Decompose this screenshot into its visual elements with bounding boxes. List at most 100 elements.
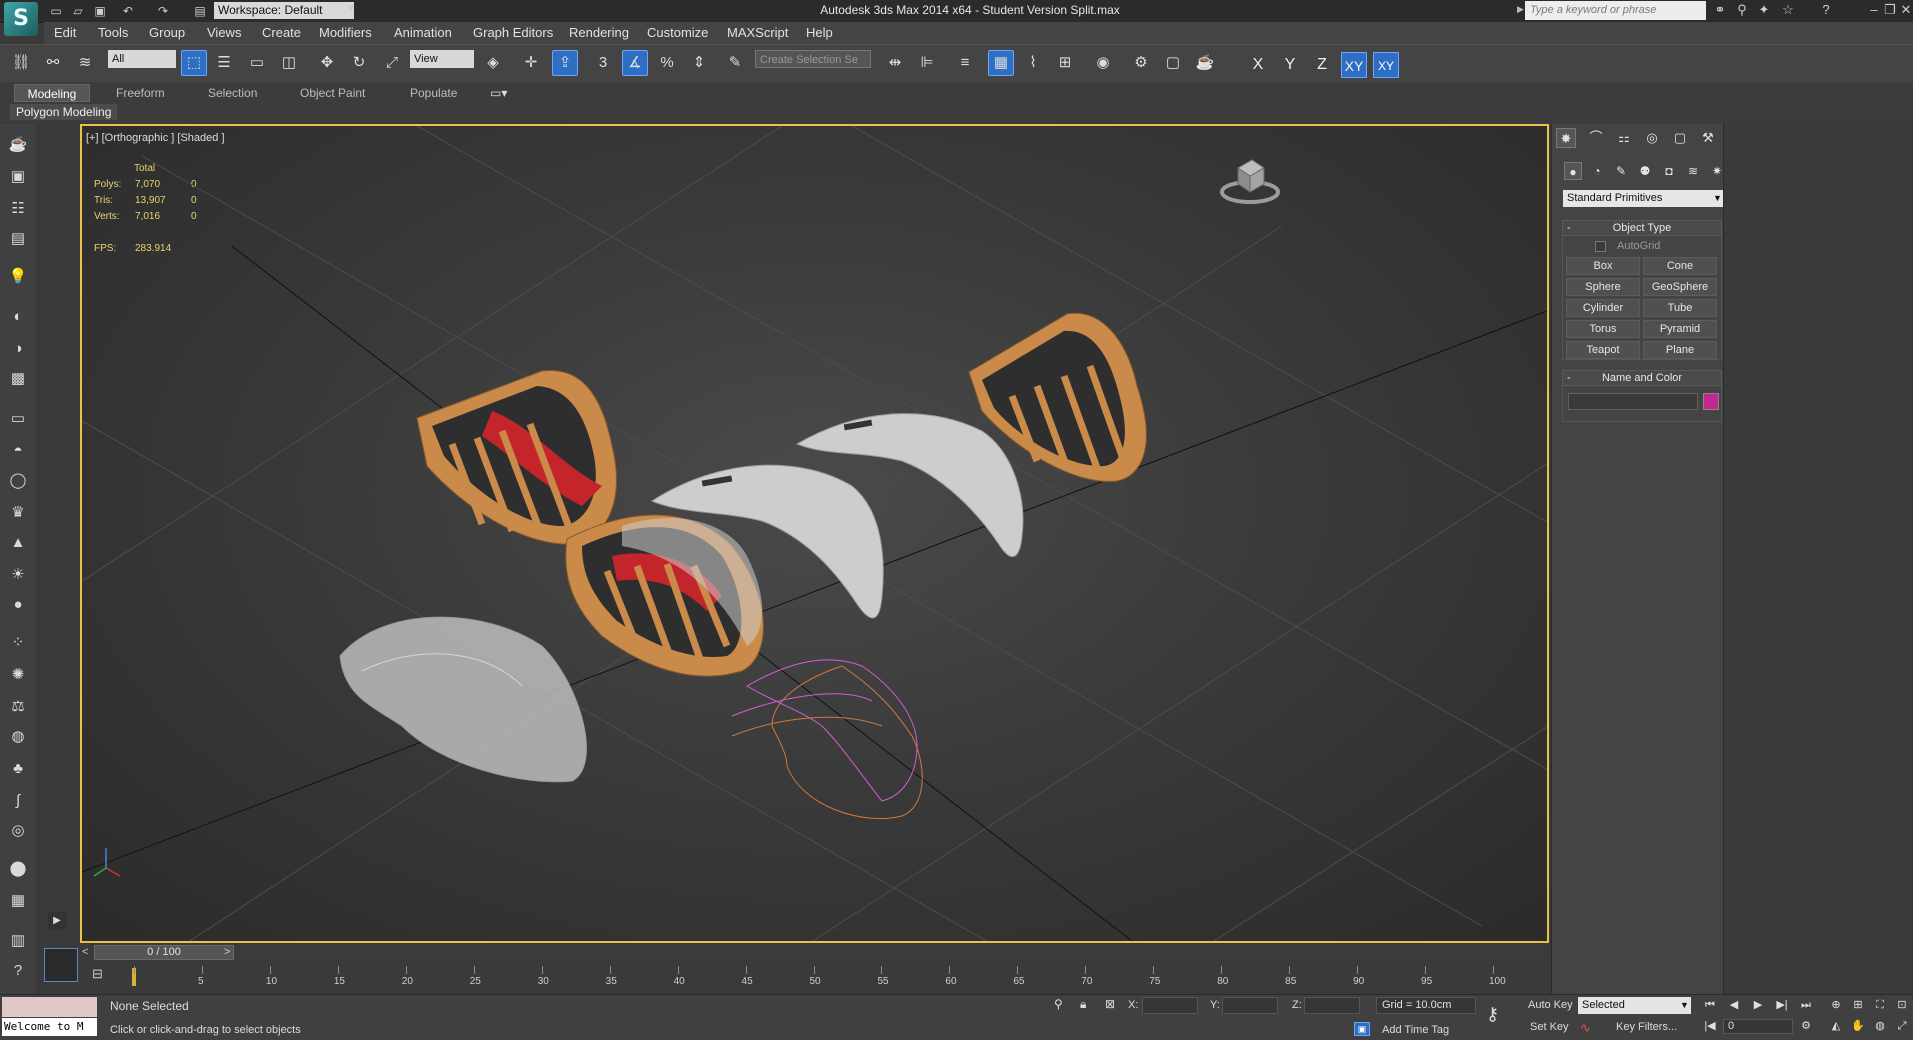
orange-cage-left[interactable] bbox=[416, 369, 617, 545]
hair-icon[interactable]: ∫ bbox=[6, 790, 30, 812]
menu-edit[interactable]: Edit bbox=[54, 25, 76, 40]
menu-rendering[interactable]: Rendering bbox=[569, 25, 629, 40]
expand-panel-icon[interactable]: ▶ bbox=[48, 912, 66, 930]
tube-button[interactable]: Tube bbox=[1643, 299, 1717, 317]
spline-outlines[interactable] bbox=[731, 659, 923, 820]
time-tag-icon[interactable]: ▣ bbox=[1354, 1022, 1370, 1036]
field-of-view-icon[interactable]: ◭ bbox=[1826, 1018, 1846, 1035]
selection-filter-dropdown[interactable]: All bbox=[108, 50, 176, 68]
z-coord-field[interactable] bbox=[1304, 997, 1360, 1014]
motion-tab-icon[interactable]: ◎ bbox=[1642, 128, 1662, 148]
viewcube-icon[interactable] bbox=[1220, 150, 1280, 210]
axis-x-button[interactable]: X bbox=[1245, 52, 1271, 78]
modify-tab-icon[interactable]: ⌒ bbox=[1586, 128, 1606, 148]
spray-icon[interactable]: ✺ bbox=[6, 664, 30, 686]
sphere-button[interactable]: Sphere bbox=[1566, 278, 1640, 296]
cone-icon[interactable]: ▲ bbox=[6, 532, 30, 554]
rotate-icon[interactable]: ↻ bbox=[346, 50, 372, 76]
menu-group[interactable]: Group bbox=[149, 25, 185, 40]
menu-maxscript[interactable]: MAXScript bbox=[727, 25, 788, 40]
render-setup-icon[interactable]: ⚙ bbox=[1128, 50, 1154, 76]
menu-tools[interactable]: Tools bbox=[98, 25, 128, 40]
select-by-name-icon[interactable]: ☰ bbox=[211, 50, 237, 76]
named-selection-sets-dropdown[interactable]: Create Selection Se bbox=[755, 50, 871, 68]
next-frame-icon[interactable]: ▶| bbox=[1772, 997, 1792, 1014]
help-icon[interactable]: ? bbox=[1818, 2, 1834, 18]
time-slider[interactable] bbox=[80, 944, 1549, 962]
window-crossing-icon[interactable]: ◫ bbox=[276, 50, 302, 76]
add-time-tag-label[interactable]: Add Time Tag bbox=[1382, 1024, 1449, 1036]
axis-y-button[interactable]: Y bbox=[1277, 52, 1303, 78]
communication-icon[interactable]: ✦ bbox=[1756, 2, 1772, 18]
layer-manager-icon[interactable]: ≡ bbox=[952, 50, 978, 76]
schematic-view-icon[interactable]: ⊞ bbox=[1052, 50, 1078, 76]
lights-icon[interactable]: ✎ bbox=[1612, 162, 1630, 180]
film-icon[interactable]: ▩ bbox=[6, 368, 30, 390]
absolute-mode-icon[interactable]: ⊠ bbox=[1105, 997, 1115, 1011]
cameras-icon[interactable]: ⚉ bbox=[1636, 162, 1654, 180]
move-icon[interactable]: ✥ bbox=[314, 50, 340, 76]
workspace-arrow-icon[interactable]: ▼ bbox=[346, 3, 356, 14]
key-mode-toggle-icon[interactable]: |◀ bbox=[1700, 1018, 1720, 1035]
object-color-swatch[interactable] bbox=[1703, 393, 1719, 410]
shell-icon[interactable]: ◎ bbox=[6, 820, 30, 842]
isolate-selection-icon[interactable]: ⚲ bbox=[1054, 997, 1063, 1011]
open-file-icon[interactable]: ▱ bbox=[70, 3, 86, 19]
object-type-rollout-header[interactable]: - Object Type bbox=[1562, 220, 1722, 236]
new-file-icon[interactable]: ▭ bbox=[48, 3, 64, 19]
zoom-icon[interactable]: ⊕ bbox=[1826, 997, 1846, 1014]
ribbon-tab-populate[interactable]: Populate bbox=[410, 86, 457, 100]
key-filters-curve-icon[interactable]: ∿ bbox=[1580, 1020, 1591, 1036]
zoom-extents-all-icon[interactable]: ⊡ bbox=[1892, 997, 1912, 1014]
light-bulb-icon[interactable]: 💡 bbox=[6, 266, 30, 288]
plane-icon[interactable]: ▭ bbox=[6, 408, 30, 430]
axis-xy-button[interactable]: XY bbox=[1341, 52, 1367, 78]
auto-key-button[interactable]: Auto Key bbox=[1528, 999, 1573, 1011]
help-circle-icon[interactable]: ? bbox=[6, 960, 30, 982]
menu-animation[interactable]: Animation bbox=[394, 25, 452, 40]
viewport-perspective[interactable]: [+] [Orthographic ] [Shaded ] Total Poly… bbox=[80, 124, 1549, 943]
minimize-icon[interactable]: – bbox=[1866, 2, 1882, 18]
key-mode-dropdown[interactable]: Selected bbox=[1578, 997, 1691, 1014]
name-color-rollout-header[interactable]: - Name and Color bbox=[1562, 370, 1722, 386]
geosphere-button[interactable]: GeoSphere bbox=[1643, 278, 1717, 296]
snaps-toggle-icon[interactable]: 3 bbox=[590, 50, 616, 76]
axis-z-button[interactable]: Z bbox=[1309, 52, 1335, 78]
spacewarps-icon[interactable]: ≋ bbox=[1684, 162, 1702, 180]
grey-shell-transparent[interactable] bbox=[339, 616, 587, 783]
time-slider-thumb[interactable]: 0 / 100 bbox=[94, 945, 234, 960]
orbit-icon[interactable]: ◍ bbox=[1870, 1018, 1890, 1035]
menu-modifiers[interactable]: Modifiers bbox=[319, 25, 372, 40]
go-to-start-icon[interactable]: ⏮ bbox=[1700, 997, 1720, 1014]
scene-explorer-icon[interactable]: ▦ bbox=[988, 50, 1014, 76]
material-ball-icon[interactable]: ⬤ bbox=[6, 858, 30, 880]
material-editor-icon[interactable]: ◉ bbox=[1090, 50, 1116, 76]
save-file-icon[interactable]: ▣ bbox=[92, 3, 108, 19]
zoom-all-icon[interactable]: ⊞ bbox=[1848, 997, 1868, 1014]
mini-listener-button[interactable] bbox=[44, 948, 78, 982]
select-object-icon[interactable]: ⬚ bbox=[181, 50, 207, 76]
bind-spacewarp-icon[interactable]: ≋ bbox=[72, 50, 98, 76]
utilities-tab-icon[interactable]: ⚒ bbox=[1698, 128, 1718, 148]
torus-button[interactable]: Torus bbox=[1566, 320, 1640, 338]
prev-frame-arrow[interactable]: < bbox=[82, 946, 88, 958]
keyboard-shortcut-override-icon[interactable]: ⇪ bbox=[552, 50, 578, 76]
project-folder-icon[interactable]: ▤ bbox=[192, 3, 208, 19]
cone-button[interactable]: Cone bbox=[1643, 257, 1717, 275]
particles-icon[interactable]: ⁘ bbox=[6, 632, 30, 654]
calculator-icon[interactable]: ▦ bbox=[6, 890, 30, 912]
geometry-icon[interactable]: ● bbox=[1564, 162, 1582, 180]
table-icon[interactable]: ▤ bbox=[6, 228, 30, 250]
cylinder-button[interactable]: Cylinder bbox=[1566, 299, 1640, 317]
sphere-icon[interactable]: ● bbox=[6, 594, 30, 616]
open-mini-curve-editor-icon[interactable]: ⊟ bbox=[92, 966, 103, 982]
expand-search-icon[interactable]: ▶ bbox=[1517, 4, 1524, 15]
settings-icon[interactable]: ▥ bbox=[6, 930, 30, 952]
select-manipulate-icon[interactable]: ✛ bbox=[518, 50, 544, 76]
rendered-frame-window-icon[interactable]: ▢ bbox=[1160, 50, 1186, 76]
favorites-icon[interactable]: ☆ bbox=[1780, 2, 1796, 18]
y-coord-field[interactable] bbox=[1222, 997, 1278, 1014]
render-production-icon[interactable]: ☕ bbox=[1192, 50, 1218, 76]
close-icon[interactable]: ✕ bbox=[1898, 2, 1913, 18]
helpers-icon[interactable]: ◘ bbox=[1660, 162, 1678, 180]
